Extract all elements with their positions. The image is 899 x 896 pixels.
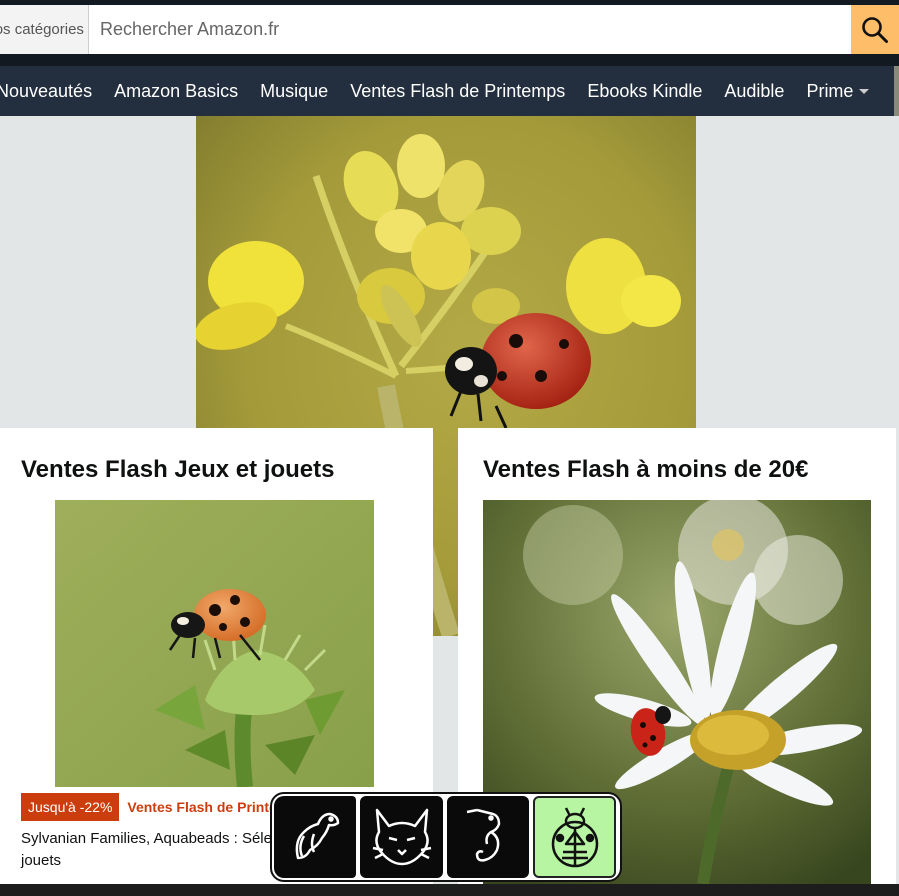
nav-item-musique[interactable]: Musique xyxy=(260,81,328,102)
category-select-label: Toutes nos catégories xyxy=(0,21,84,38)
card-title[interactable]: Ventes Flash Jeux et jouets xyxy=(21,456,334,484)
nav-item-prime-label: Prime xyxy=(806,80,854,101)
nav-edge xyxy=(894,66,899,116)
lynx-icon xyxy=(372,808,431,866)
vulture-icon xyxy=(295,812,340,860)
nav-item-nouveautes[interactable]: Nouveautés xyxy=(0,81,92,102)
search-icon xyxy=(862,16,888,43)
chevron-down-icon xyxy=(859,88,870,94)
seahorse-icon xyxy=(466,808,501,862)
bottom-strip xyxy=(0,884,899,896)
icon-toolbar xyxy=(270,792,622,882)
nav-item-ebooks-kindle[interactable]: Ebooks Kindle xyxy=(587,81,702,102)
card-title[interactable]: Ventes Flash à moins de 20€ xyxy=(483,456,808,484)
search-input[interactable] xyxy=(90,5,850,54)
lynx-tile[interactable] xyxy=(360,796,443,878)
nav-item-prime[interactable]: Prime xyxy=(806,80,870,102)
seahorse-tile[interactable] xyxy=(446,796,530,878)
nav-bar: Nouveautés Amazon Basics Musique Ventes … xyxy=(0,66,899,116)
nav-item-amazon-basics[interactable]: Amazon Basics xyxy=(114,81,238,102)
search-button[interactable] xyxy=(851,5,899,54)
category-select[interactable]: Toutes nos catégories xyxy=(0,5,89,54)
ladybug-icon xyxy=(551,807,598,868)
product-image[interactable] xyxy=(55,500,374,787)
nav-item-ventes-flash-printemps[interactable]: Ventes Flash de Printemps xyxy=(350,81,565,102)
discount-badge[interactable]: Jusqu'à -22% xyxy=(21,793,120,821)
deal-row: Jusqu'à -22% Ventes Flash de Printemps xyxy=(21,793,306,821)
vulture-tile[interactable] xyxy=(274,796,357,878)
ladybug-tile[interactable] xyxy=(533,796,616,878)
header-gap xyxy=(0,54,899,66)
nav-item-audible[interactable]: Audible xyxy=(724,81,784,102)
